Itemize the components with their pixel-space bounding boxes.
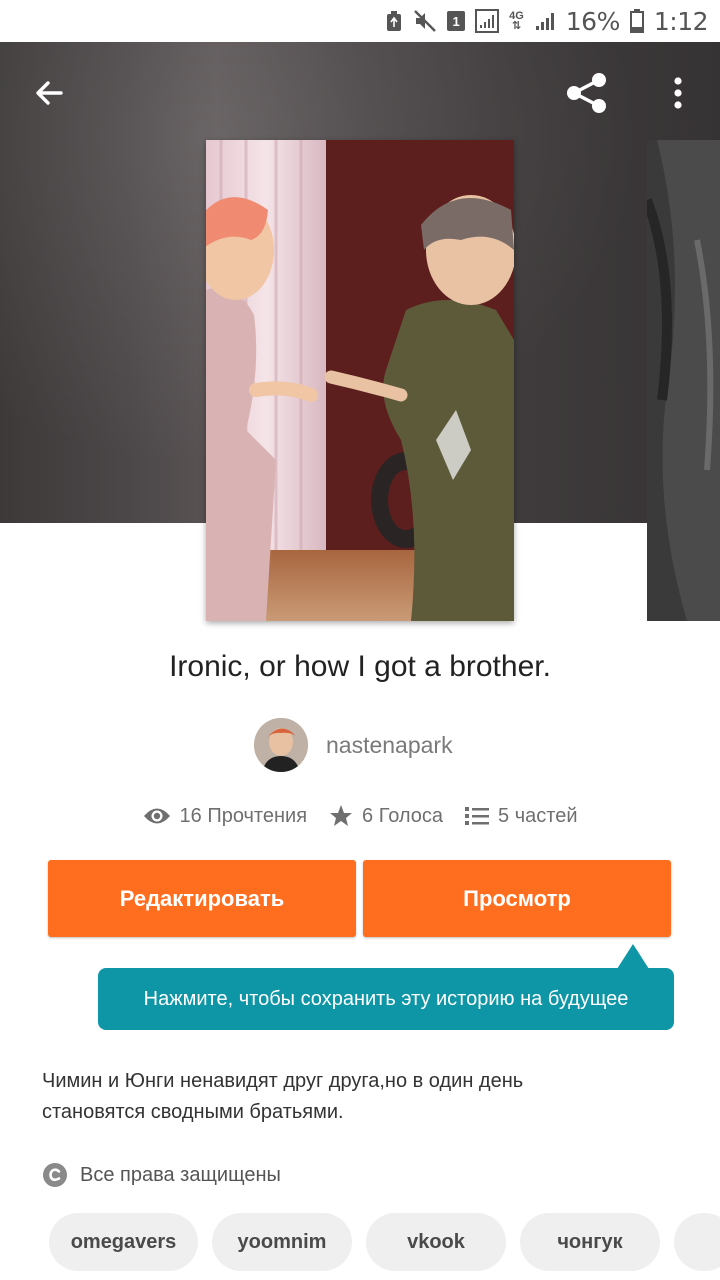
share-button[interactable] bbox=[562, 68, 612, 118]
copyright-icon bbox=[43, 1163, 67, 1187]
parts-stat: 5 частей bbox=[465, 804, 577, 828]
tag-chip[interactable]: yoomnim bbox=[212, 1213, 352, 1271]
tags-row: omegavers yoomnim vkook чонгук bbox=[49, 1213, 720, 1271]
cell-signal-icon bbox=[534, 10, 556, 32]
more-options-button[interactable] bbox=[660, 70, 696, 116]
battery-icon bbox=[629, 9, 644, 33]
list-icon bbox=[465, 807, 490, 825]
avatar[interactable] bbox=[254, 718, 308, 772]
votes-stat: 6 Голоса bbox=[329, 804, 443, 828]
author-name[interactable]: nastenapark bbox=[326, 732, 453, 759]
arrow-left-icon bbox=[36, 81, 63, 105]
votes-count: 6 Голоса bbox=[362, 804, 444, 827]
eye-icon bbox=[143, 808, 170, 824]
more-vertical-icon bbox=[674, 77, 682, 109]
reads-stat: 16 Прочтения bbox=[143, 804, 308, 828]
share-icon bbox=[567, 73, 606, 113]
view-button[interactable]: Просмотр bbox=[363, 860, 671, 937]
tag-chip[interactable]: vkook bbox=[366, 1213, 506, 1271]
edit-button[interactable]: Редактировать bbox=[48, 860, 356, 937]
recycle-icon bbox=[385, 10, 403, 32]
save-story-tooltip[interactable]: Нажмите, чтобы сохранить эту историю на … bbox=[98, 968, 674, 1030]
sim-icon: 1 bbox=[447, 11, 466, 31]
parts-count: 5 частей bbox=[498, 804, 578, 827]
star-icon bbox=[330, 805, 353, 826]
battery-percent: 16% bbox=[565, 6, 621, 36]
clock: 1:12 bbox=[653, 6, 709, 36]
cover-illustration bbox=[206, 140, 514, 621]
reads-count: 16 Прочтения bbox=[179, 804, 308, 827]
story-description: Чимин и Юнги ненавидят друг друга,но в о… bbox=[42, 1070, 524, 1123]
next-story-cover[interactable] bbox=[647, 140, 720, 621]
tag-chip[interactable]: omegavers bbox=[49, 1213, 198, 1271]
story-cover[interactable] bbox=[206, 140, 514, 621]
back-button[interactable] bbox=[26, 70, 72, 116]
mute-icon bbox=[413, 9, 437, 33]
copyright-text: Все права защищены bbox=[80, 1163, 281, 1186]
status-bar: 1 4G ⇅ 16% 1:12 bbox=[0, 0, 720, 42]
author-row[interactable]: nastenapark bbox=[254, 718, 453, 772]
story-title: Ironic, or how I got a brother. bbox=[169, 650, 551, 683]
tag-chip[interactable]: чонгук bbox=[520, 1213, 660, 1271]
tag-chip-partial[interactable] bbox=[674, 1213, 720, 1271]
avatar-image bbox=[254, 718, 308, 772]
copyright-row: Все права защищены bbox=[42, 1162, 281, 1188]
network-type-label: 4G ⇅ bbox=[509, 10, 524, 32]
next-cover-illustration bbox=[647, 140, 720, 621]
tooltip-text: Нажмите, чтобы сохранить эту историю на … bbox=[143, 987, 629, 1010]
tooltip-arrow bbox=[617, 944, 649, 969]
story-stats: 16 Прочтения 6 Голоса 5 частей bbox=[0, 804, 720, 828]
signal-icon bbox=[475, 9, 500, 33]
